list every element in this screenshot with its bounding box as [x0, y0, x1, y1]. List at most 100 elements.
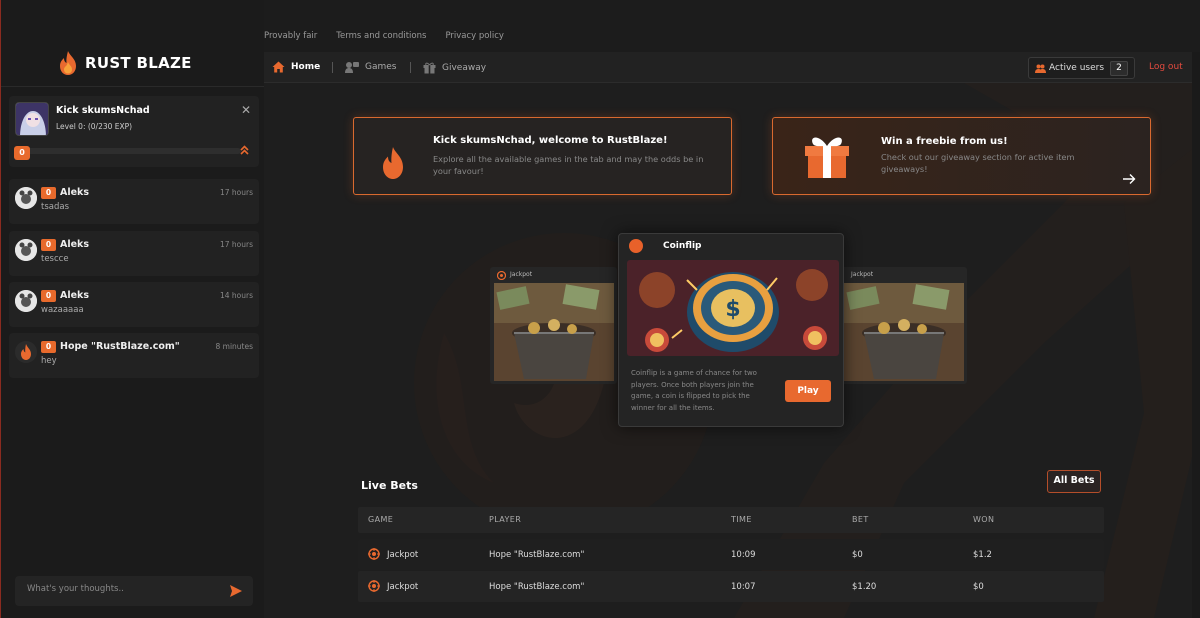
bet-player: Hope "RustBlaze.com" — [489, 550, 585, 560]
featured-game-card: Coinflip $ Coinflip is a game of chance … — [618, 233, 844, 427]
bet-game: Jackpot — [387, 582, 419, 592]
brand-logo[interactable]: RUST BLAZE — [57, 50, 192, 76]
chat-timestamp: 14 hours — [219, 291, 253, 300]
avatar[interactable] — [15, 341, 37, 363]
chat-username[interactable]: Hope "RustBlaze.com" — [60, 341, 180, 352]
close-icon[interactable]: ✕ — [241, 104, 251, 116]
nav-games[interactable]: Games — [345, 61, 396, 73]
users-icon — [1035, 64, 1046, 73]
bet-won: $0 — [973, 582, 984, 592]
level-badge: 0 — [41, 239, 56, 251]
coinflip-icon — [629, 239, 643, 253]
sidebar: RUST BLAZE Kick skumsNchad Level 0: (0/2… — [0, 0, 265, 618]
level-badge: 0 — [41, 187, 56, 199]
chat-message: 0 Hope "RustBlaze.com" 8 minutes hey — [9, 333, 259, 378]
featured-game-title: Coinflip — [663, 241, 702, 251]
nav-giveaway[interactable]: Giveaway — [423, 61, 486, 74]
table-header: GAME PLAYER TIME BET WON — [358, 507, 1104, 533]
flame-logo-icon — [60, 51, 76, 75]
chat-input-box — [15, 576, 253, 606]
chevron-up-icon[interactable] — [240, 145, 249, 158]
level-badge: 0 — [41, 290, 56, 302]
nav-giveaway-label: Giveaway — [442, 62, 487, 73]
nav-home[interactable]: Home — [272, 61, 320, 73]
chat-text: wazaaaaa — [41, 305, 84, 315]
chat-message: 0 Aleks 17 hours tescce — [9, 231, 259, 276]
nav-games-label: Games — [365, 62, 397, 72]
terms-link[interactable]: Terms and conditions — [336, 31, 426, 41]
chat-message: 0 Aleks 17 hours tsadas — [9, 179, 259, 224]
nav-home-label: Home — [291, 62, 321, 72]
chat-message: 0 Aleks 14 hours wazaaaaa — [9, 282, 259, 327]
logout-link[interactable]: Log out — [1149, 62, 1183, 72]
column-header-time: TIME — [731, 515, 752, 524]
welcome-banner: Kick skumsNchad, welcome to RustBlaze! E… — [353, 117, 732, 195]
top-nav: Home Games Giveaway Active users 2 Log o… — [264, 52, 1200, 83]
freebie-title: Win a freebie from us! — [881, 136, 1008, 147]
user-name: Kick skumsNchad — [56, 105, 150, 116]
freebie-banner[interactable]: Win a freebie from us! Check out our giv… — [772, 117, 1151, 195]
live-bets-title: Live Bets — [361, 479, 418, 492]
jackpot-icon — [368, 548, 380, 560]
flame-icon — [383, 147, 403, 179]
xp-progress-bar — [15, 148, 241, 154]
avatar[interactable] — [15, 187, 37, 209]
jackpot-icon — [368, 580, 380, 592]
level-badge: 0 — [41, 341, 56, 353]
freebie-description: Check out our giveaway section for activ… — [881, 152, 1075, 174]
nav-divider — [410, 62, 411, 73]
level-badge: 0 — [14, 146, 30, 160]
user-avatar[interactable] — [15, 102, 49, 136]
jackpot-image — [494, 283, 614, 381]
chat-timestamp: 17 hours — [219, 240, 253, 249]
chat-username[interactable]: Aleks — [60, 290, 89, 301]
all-bets-button[interactable]: All Bets — [1047, 470, 1101, 493]
main-content: Kick skumsNchad, welcome to RustBlaze! E… — [264, 83, 1200, 618]
arrow-right-icon[interactable] — [1122, 173, 1136, 185]
bet-amount: $0 — [852, 550, 863, 560]
chat-text: tsadas — [41, 202, 70, 212]
chat-timestamp: 17 hours — [219, 188, 253, 197]
send-icon[interactable] — [229, 584, 243, 598]
brand-name: RUST BLAZE — [85, 54, 192, 72]
active-users-count: 2 — [1110, 61, 1128, 76]
chat-text: hey — [41, 356, 57, 366]
home-icon — [272, 61, 285, 73]
user-card: Kick skumsNchad Level 0: (0/230 EXP) ✕ 0 — [9, 96, 259, 167]
game-card-right[interactable]: Jackpot — [840, 267, 967, 384]
column-header-bet: BET — [852, 515, 869, 524]
jackpot-image — [844, 283, 964, 381]
column-header-won: WON — [973, 515, 995, 524]
provably-fair-link[interactable]: Provably fair — [264, 31, 317, 41]
coinflip-image: $ — [627, 260, 839, 356]
bet-won: $1.2 — [973, 550, 992, 560]
game-card-title: Jackpot — [851, 271, 874, 278]
table-row[interactable]: Jackpot Hope "RustBlaze.com" 10:07 $1.20… — [358, 571, 1104, 602]
avatar[interactable] — [15, 239, 37, 261]
nav-divider — [332, 62, 333, 73]
chat-timestamp: 8 minutes — [215, 342, 253, 351]
bet-player: Hope "RustBlaze.com" — [489, 582, 585, 592]
bet-time: 10:09 — [731, 550, 756, 560]
chat-username[interactable]: Aleks — [60, 187, 89, 198]
bet-time: 10:07 — [731, 582, 756, 592]
featured-game-description: Coinflip is a game of chance for two pla… — [631, 369, 757, 412]
gift-icon — [423, 62, 436, 74]
column-header-game: GAME — [368, 515, 394, 524]
active-users-label: Active users — [1049, 63, 1105, 73]
table-row[interactable]: Jackpot Hope "RustBlaze.com" 10:09 $0 $1… — [358, 539, 1104, 570]
chat-input[interactable] — [27, 584, 217, 594]
chat-username[interactable]: Aleks — [60, 239, 89, 250]
avatar[interactable] — [15, 290, 37, 312]
column-header-player: PLAYER — [489, 515, 522, 524]
user-level: Level 0: (0/230 EXP) — [56, 122, 133, 131]
welcome-description: Explore all the available games in the t… — [433, 154, 704, 176]
svg-text:$: $ — [725, 297, 740, 322]
chat-text: tescce — [41, 254, 69, 264]
active-users-widget: Active users 2 — [1028, 57, 1135, 79]
game-card-left[interactable]: Jackpot — [490, 267, 617, 384]
scrollbar[interactable] — [1192, 52, 1200, 618]
play-button[interactable]: Play — [785, 380, 831, 402]
privacy-link[interactable]: Privacy policy — [445, 31, 504, 41]
bet-amount: $1.20 — [852, 582, 877, 592]
